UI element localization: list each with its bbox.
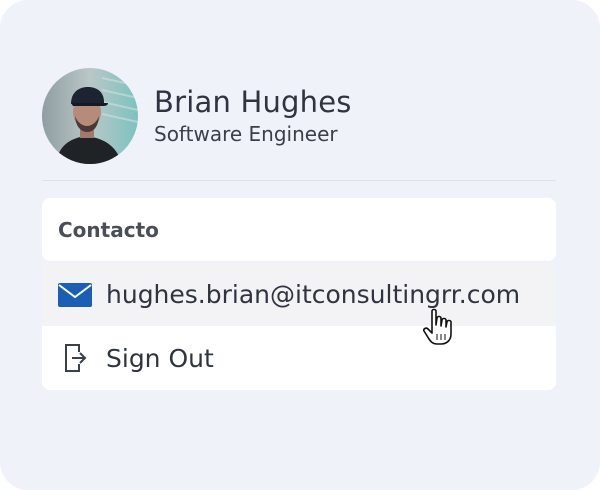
profile-menu: Contacto hughes.brian@itconsultingrr.com… (42, 198, 556, 390)
user-title: Software Engineer (154, 122, 338, 146)
email-label: hughes.brian@itconsultingrr.com (106, 280, 521, 309)
mail-icon (58, 281, 92, 309)
avatar (42, 68, 138, 164)
profile-card: Brian Hughes Software Engineer Contacto … (0, 0, 600, 490)
divider (42, 180, 556, 181)
sign-out-menu-item[interactable]: Sign Out (42, 326, 556, 390)
section-label: Contacto (58, 217, 159, 242)
sign-out-label: Sign Out (106, 343, 214, 373)
user-name: Brian Hughes (154, 85, 352, 119)
email-menu-item[interactable]: hughes.brian@itconsultingrr.com (42, 263, 556, 326)
profile-identity: Brian Hughes Software Engineer (154, 85, 352, 147)
hand-pointer-cursor-icon (423, 308, 457, 350)
sign-out-icon (58, 344, 92, 372)
contact-section-header: Contacto (42, 198, 556, 261)
profile-header: Brian Hughes Software Engineer (42, 68, 352, 164)
